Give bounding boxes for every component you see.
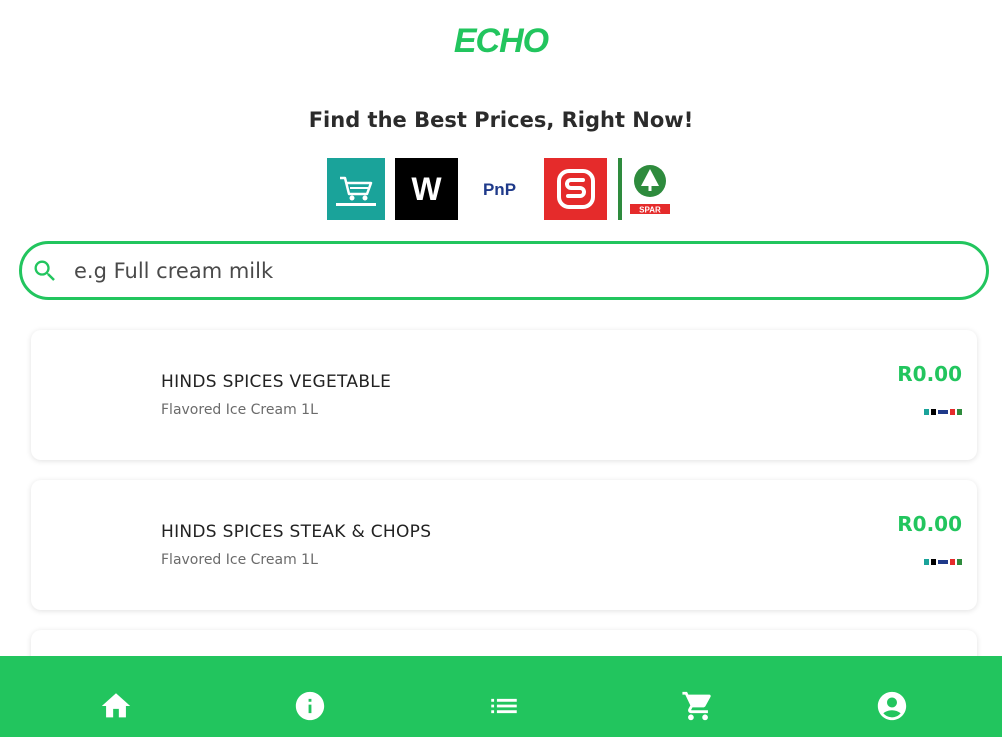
search-bar[interactable] [19,241,989,300]
product-name: HINDS SPICES VEGETABLE [161,372,392,392]
page-tagline: Find the Best Prices, Right Now! [308,108,694,132]
pnp-logo: PnP [468,158,531,220]
list-icon[interactable] [487,689,521,723]
woolworths-logo: W [395,158,458,220]
cart-icon[interactable] [681,689,715,723]
product-name: HINDS SPICES STEAK & CHOPS [161,522,432,542]
store-name-woolworths: W [411,171,442,207]
product-store-logos [924,559,962,565]
search-icon[interactable] [31,257,59,285]
store-name-pnp: PnP [483,180,516,199]
product-description: Flavored Ice Cream 1L [161,552,318,568]
product-price: R0.00 [897,362,962,386]
product-store-logos [924,409,962,415]
checkers-logo [327,158,385,220]
store-name-spar: SPAR [639,206,661,215]
product-description: Flavored Ice Cream 1L [161,402,318,418]
search-input[interactable] [74,252,954,290]
app-logo: ECHO [453,22,549,60]
bottom-nav [0,656,1002,737]
shoprite-logo [544,158,607,220]
product-card[interactable]: HINDS SPICES VEGETABLE Flavored Ice Crea… [31,330,977,460]
account-icon[interactable] [875,689,909,723]
product-card[interactable]: HINDS SPICES STEAK & CHOPS Flavored Ice … [31,480,977,610]
home-icon[interactable] [99,689,133,723]
spar-logo: SPAR [616,158,680,220]
info-icon[interactable] [293,689,327,723]
product-price: R0.00 [897,512,962,536]
